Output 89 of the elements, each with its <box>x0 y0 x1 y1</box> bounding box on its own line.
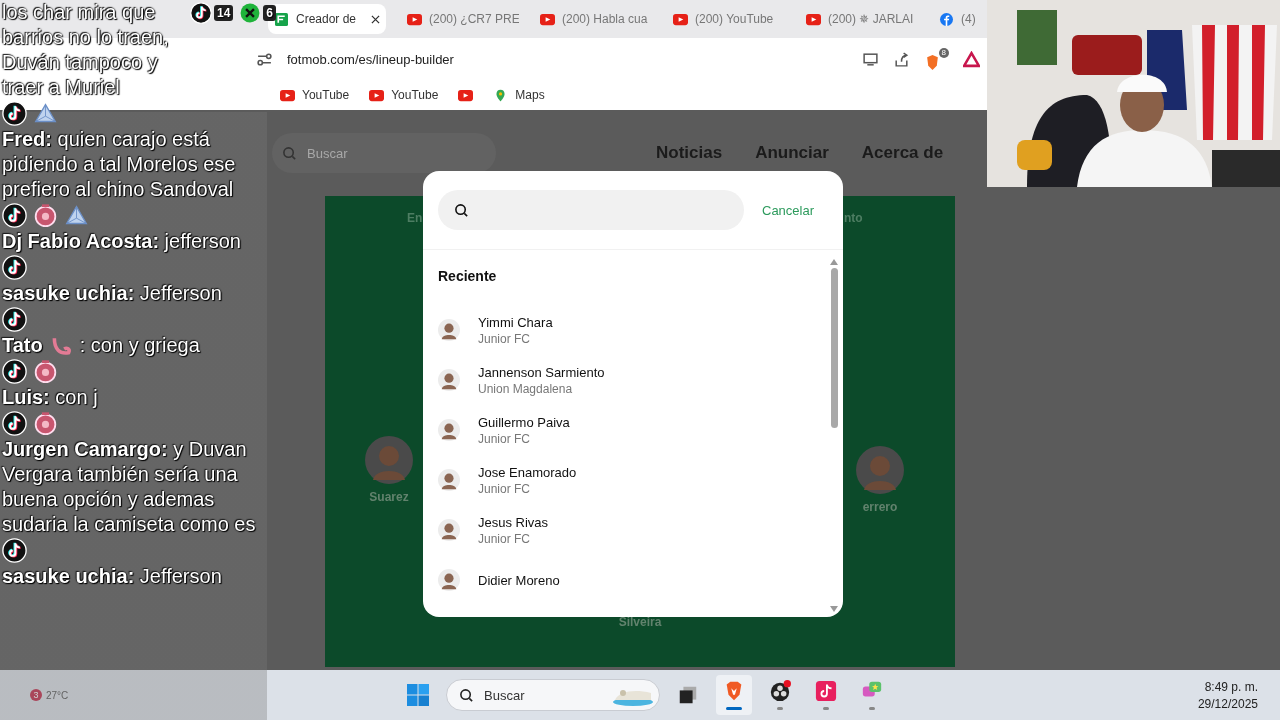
site-settings-icon[interactable] <box>256 50 273 68</box>
player-name: Silveira <box>618 615 662 629</box>
close-icon[interactable] <box>371 14 380 24</box>
cancel-button[interactable]: Cancelar <box>760 198 817 222</box>
task-view-icon <box>677 684 699 706</box>
bookmark[interactable]: Maps <box>493 88 545 102</box>
player-team: Union Magdalena <box>478 381 574 396</box>
youtube-icon <box>673 12 688 26</box>
tiktok-icon <box>815 680 837 702</box>
scroll-down-icon[interactable] <box>829 605 839 613</box>
section-heading: Reciente <box>438 268 498 284</box>
tiktok-icon <box>2 307 27 332</box>
player-name[interactable]: Jesus Rivas <box>478 514 549 530</box>
player-team: Junior FC <box>478 431 531 446</box>
chat-message: Jurgen Camargo: y Duvan Vergara también sería una buena opción y ademas sudaria la camiseta como es <box>2 437 257 537</box>
tiktok-icon <box>2 538 27 563</box>
player-avatar <box>438 569 460 591</box>
obs-icon <box>769 680 791 702</box>
chat-message: Dj Fabio Acosta: jefferson <box>2 229 242 254</box>
player-avatar <box>438 519 460 541</box>
scrollbar[interactable] <box>828 258 840 613</box>
browser-tab[interactable]: (200) ¿CR7 PRE <box>401 4 519 34</box>
player-avatar <box>438 419 460 441</box>
tiktok-icon <box>2 203 27 228</box>
youtube-icon <box>369 88 385 102</box>
player-team: Junior FC <box>478 331 531 346</box>
flower-badge-icon <box>33 359 58 384</box>
facebook-icon <box>939 12 954 26</box>
youtube-icon <box>540 12 555 26</box>
chat-message: Fred: quien carajo está pidiendo a tal Morelos ese prefiero al chino Sandoval <box>2 127 237 202</box>
flower-badge-icon <box>33 203 58 228</box>
bookmark[interactable]: YouTube <box>369 88 439 102</box>
search-icon <box>454 202 469 218</box>
address-field[interactable]: fotmob.com/es/lineup-builder <box>287 51 454 67</box>
player-name: Suarez <box>369 490 409 504</box>
search-icon <box>282 145 297 161</box>
player-avatar <box>438 469 460 491</box>
chat-message: Luis: con j <box>2 385 99 410</box>
browser-tab[interactable]: (200) ✵ JARLAI <box>800 4 918 34</box>
player-avatar <box>856 446 904 494</box>
browser-tab[interactable]: (4) <box>933 4 982 34</box>
chat-message: los char mira que barrios no lo traen, Duván tampoco y traer a Muriel <box>2 0 170 100</box>
windows-start-icon[interactable] <box>406 683 430 707</box>
player-name[interactable]: Jannenson Sarmiento <box>478 364 605 380</box>
player-name[interactable]: Jose Enamorado <box>478 464 577 480</box>
youtube-icon <box>407 12 422 26</box>
youtube-icon <box>458 88 474 102</box>
chat-message: sasuke uchia: Jefferson <box>2 564 223 589</box>
chat-username: Tato <box>2 333 43 358</box>
bookmark[interactable]: YouTube <box>280 88 350 102</box>
rewards-triangle-icon[interactable] <box>963 50 980 68</box>
chat-message: : con y griega <box>79 333 200 358</box>
viewer-count: 6 <box>263 5 277 21</box>
player-name[interactable]: Guillermo Paiva <box>478 414 570 430</box>
player-name[interactable]: Yimmi Chara <box>478 314 553 330</box>
cast-icon[interactable] <box>862 50 879 68</box>
player-avatar <box>438 369 460 391</box>
scroll-up-icon[interactable] <box>829 258 839 266</box>
fotmob-icon <box>274 12 289 26</box>
shield-icon[interactable] <box>924 53 941 71</box>
count-badge: 8 <box>938 47 949 58</box>
player-name[interactable]: Didier Moreno <box>478 572 560 588</box>
pitch-label: En <box>407 211 423 225</box>
search-icon <box>459 687 474 703</box>
player-team: Junior FC <box>478 481 531 496</box>
pitch-label: nto <box>844 211 863 225</box>
flower-badge-icon <box>33 411 58 436</box>
browser-tab[interactable]: (200) Habla cua <box>534 4 652 34</box>
bookmark[interactable] <box>458 88 474 102</box>
player-search-field[interactable] <box>438 190 744 230</box>
x-badge-icon <box>239 2 262 24</box>
clock-date[interactable]: 29/12/2025 <box>1197 696 1258 711</box>
browser-tab[interactable]: (200) YouTube <box>667 4 785 34</box>
player-name: errero <box>862 500 898 514</box>
player-team: Junior FC <box>478 531 531 546</box>
tiktok-icon <box>190 2 212 24</box>
player-avatar <box>438 319 460 341</box>
tiktok-icon <box>2 411 27 436</box>
youtube-icon <box>280 88 295 102</box>
taskbar-search-field[interactable]: Buscar <box>446 679 660 711</box>
youtube-icon <box>806 12 821 26</box>
clock-time[interactable]: 8:49 p. m. <box>1204 679 1258 694</box>
chat-message: sasuke uchia: Jefferson <box>2 281 223 306</box>
viewer-count: 14 <box>214 5 234 21</box>
tiktok-icon <box>2 359 27 384</box>
notification-badge: 3 <box>30 689 42 701</box>
tiktok-icon <box>2 255 27 280</box>
share-icon[interactable] <box>893 50 910 68</box>
player-avatar <box>365 436 413 484</box>
